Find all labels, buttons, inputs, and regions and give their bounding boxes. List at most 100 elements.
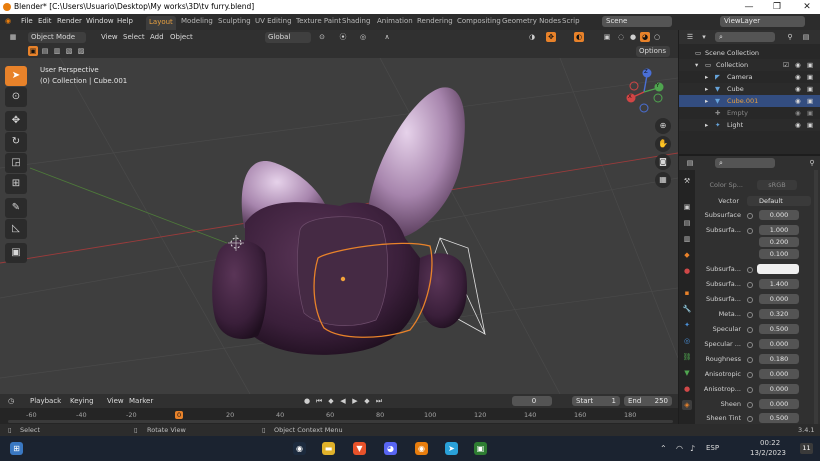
viewport-menu-add[interactable]: Add: [150, 33, 164, 41]
properties-editor-icon[interactable]: ▤: [685, 158, 695, 168]
eye-icon[interactable]: ◉: [795, 107, 801, 119]
cursor-tool-icon[interactable]: ⊙: [5, 87, 27, 107]
tab-layout[interactable]: Layout: [146, 16, 176, 30]
menu-file[interactable]: File: [21, 17, 33, 25]
add-cube-tool-icon[interactable]: ▣: [5, 243, 27, 263]
camera-render-icon[interactable]: ▣: [807, 107, 813, 119]
camera-render-icon[interactable]: ▣: [807, 83, 813, 95]
keying-menu[interactable]: Keying: [70, 397, 94, 405]
tray-chevron-icon[interactable]: ⌃: [660, 444, 667, 453]
prev-keyframe-icon[interactable]: ◆: [326, 396, 336, 406]
subsurface-radius-x-field[interactable]: 1.000: [759, 225, 799, 235]
camera-render-icon[interactable]: ▣: [807, 71, 813, 83]
view-layer-tab-icon[interactable]: ▥: [682, 234, 692, 244]
camera-render-icon[interactable]: ▣: [807, 59, 813, 71]
scene-selector[interactable]: Scene: [602, 16, 672, 27]
steam-icon[interactable]: ◉: [293, 442, 306, 455]
checkbox-icon[interactable]: ☑: [783, 59, 789, 71]
camera-render-icon[interactable]: ▣: [807, 119, 813, 131]
rendered-shading-icon[interactable]: ○: [652, 32, 662, 42]
material-shading-icon[interactable]: ◕: [640, 32, 650, 42]
timeline-ruler[interactable]: -60 -40 -20 0 20 40 60 80 100 120 140 16…: [0, 408, 678, 424]
minimize-button[interactable]: —: [740, 1, 758, 13]
filter-display-icon[interactable]: ▾: [699, 32, 709, 42]
tab-animation[interactable]: Animation: [377, 17, 413, 25]
tool-tab-icon[interactable]: ⚒: [682, 176, 692, 186]
close-button[interactable]: ✕: [798, 1, 816, 13]
new-collection-icon[interactable]: ▤: [801, 32, 811, 42]
eye-icon[interactable]: ◉: [795, 119, 801, 131]
specular-field[interactable]: 0.500: [759, 324, 799, 334]
app-icon[interactable]: ▣: [474, 442, 487, 455]
transform-tool-icon[interactable]: ⊞: [5, 174, 27, 194]
overlay-toggle-icon[interactable]: ◐: [574, 32, 584, 42]
zoom-icon[interactable]: ⊕: [655, 118, 671, 134]
3d-viewport[interactable]: User Perspective (0) Collection | Cube.0…: [0, 58, 678, 394]
file-explorer-icon[interactable]: ▬: [322, 442, 335, 455]
play-reverse-icon[interactable]: ◀: [338, 396, 348, 406]
tab-sculpting[interactable]: Sculpting: [218, 17, 251, 25]
outliner-row-light[interactable]: ▸ ✦ Light ◉ ▣: [679, 119, 820, 131]
camera-view-icon[interactable]: ◙: [655, 154, 671, 170]
front-panel-mesh[interactable]: [297, 216, 389, 326]
tab-compositing[interactable]: Compositing: [457, 17, 501, 25]
jump-end-icon[interactable]: ⏭: [374, 396, 384, 406]
tweak-tool-icon[interactable]: ➤: [5, 66, 27, 86]
socket-icon[interactable]: [747, 267, 753, 273]
jump-start-icon[interactable]: ⏮: [314, 396, 324, 406]
wifi-icon[interactable]: ◠: [676, 444, 683, 453]
maximize-button[interactable]: ❐: [768, 1, 786, 13]
record-icon[interactable]: ●: [302, 396, 312, 406]
playback-menu[interactable]: Playback: [30, 397, 61, 405]
subsurface-field[interactable]: 0.000: [759, 210, 799, 220]
windows-start-icon[interactable]: ⊞: [10, 442, 23, 455]
menu-render[interactable]: Render: [57, 17, 82, 25]
move-tool-icon[interactable]: ✥: [5, 111, 27, 131]
menu-edit[interactable]: Edit: [38, 17, 52, 25]
snap-icon[interactable]: ⦿: [338, 32, 348, 42]
outliner-editor-icon[interactable]: ☰: [685, 32, 695, 42]
properties-search-input[interactable]: ⌕: [715, 158, 775, 168]
socket-icon[interactable]: [747, 228, 753, 234]
physics-tab-icon[interactable]: ◎: [682, 336, 692, 346]
camera-render-icon[interactable]: ▣: [807, 95, 813, 107]
socket-icon[interactable]: [747, 327, 753, 333]
viewport-menu-view[interactable]: View: [101, 33, 118, 41]
render-tab-icon[interactable]: ▣: [682, 202, 692, 212]
ortho-grid-icon[interactable]: ▦: [655, 172, 671, 188]
select-invert-icon[interactable]: ▧: [64, 46, 74, 56]
select-subtract-icon[interactable]: ▥: [52, 46, 62, 56]
socket-icon[interactable]: [747, 387, 753, 393]
volume-icon[interactable]: ♪: [690, 444, 695, 453]
subsurface-ior-field[interactable]: 1.400: [759, 279, 799, 289]
tab-uv-editing[interactable]: UV Editing: [255, 17, 292, 25]
end-frame-field[interactable]: End 250: [624, 396, 672, 406]
brave-icon[interactable]: ▼: [353, 442, 366, 455]
constraints-tab-icon[interactable]: ⛓: [682, 352, 692, 362]
marker-menu[interactable]: Marker: [129, 397, 153, 405]
curve-icon[interactable]: ∧: [382, 32, 392, 42]
data-tab-icon[interactable]: ▼: [682, 368, 692, 378]
xray-icon[interactable]: ▣: [602, 32, 612, 42]
tab-geometry-nodes[interactable]: Geometry Nodes: [502, 17, 561, 25]
viewlayer-selector[interactable]: ViewLayer: [720, 16, 805, 27]
sheen-tint-field[interactable]: 0.500: [759, 413, 799, 423]
sheen-field[interactable]: 0.000: [759, 399, 799, 409]
tab-rendering[interactable]: Rendering: [417, 17, 453, 25]
navigation-gizmo[interactable]: Z Y X: [622, 68, 668, 114]
socket-icon[interactable]: [747, 402, 753, 408]
timeline-scrollbar[interactable]: [8, 420, 673, 423]
outliner-row-cube[interactable]: ▸ ▼ Cube ◉ ▣: [679, 83, 820, 95]
timeline-editor-icon[interactable]: ◷: [6, 396, 16, 406]
filter-icon[interactable]: ⚲: [785, 32, 795, 42]
select-intersect-icon[interactable]: ▨: [76, 46, 86, 56]
scale-tool-icon[interactable]: ◲: [5, 153, 27, 173]
viewport-menu-select[interactable]: Select: [123, 33, 145, 41]
language-indicator[interactable]: ESP: [706, 444, 719, 452]
select-box-mode-icon[interactable]: ▣: [28, 46, 38, 56]
texture-tab-icon[interactable]: ◈: [682, 400, 692, 410]
outliner-scene-collection[interactable]: ▭ Scene Collection: [679, 47, 820, 59]
subsurface-radius-y-field[interactable]: 0.200: [759, 237, 799, 247]
telegram-icon[interactable]: ➤: [445, 442, 458, 455]
play-icon[interactable]: ▶: [350, 396, 360, 406]
